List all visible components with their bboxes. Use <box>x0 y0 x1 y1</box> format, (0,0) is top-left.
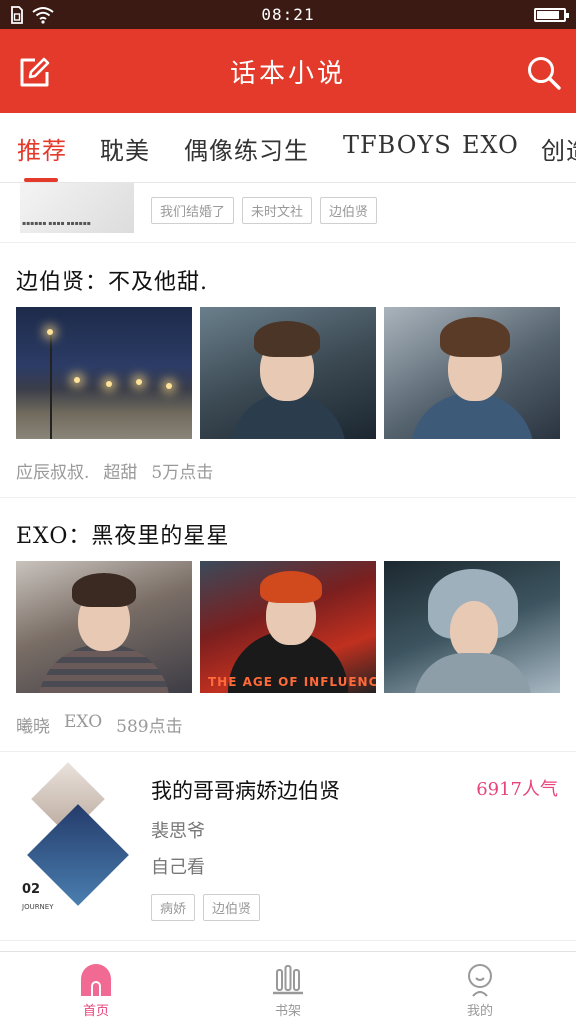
nav-home[interactable]: 首页 <box>0 952 192 1024</box>
magazine-cover-image: THE AGE OF INFLUENCE <box>200 561 376 693</box>
battery-icon <box>534 8 569 22</box>
active-tab-indicator <box>24 178 58 182</box>
tab-danmei[interactable]: 耽美 <box>100 131 150 166</box>
portrait-image <box>384 307 560 439</box>
app-title: 话本小说 <box>229 58 346 89</box>
tag[interactable]: 边伯贤 <box>320 197 378 224</box>
cover-subtitle: JOURNEY <box>22 903 54 911</box>
card-clicks: 5万点击 <box>151 463 214 483</box>
novel-cover: 02 JOURNEY <box>20 762 132 917</box>
cover-number: 02 <box>22 882 41 897</box>
tag-list: 病娇 边伯贤 <box>151 894 261 921</box>
bookshelf-icon <box>273 965 303 995</box>
nav-label: 首页 <box>82 1004 109 1019</box>
novel-author[interactable]: 裴思爷 <box>151 817 205 843</box>
tab-recommend[interactable]: 推荐 <box>17 131 67 166</box>
nav-bookshelf[interactable]: 书架 <box>192 952 384 1024</box>
night-street-image <box>16 307 192 439</box>
nav-label: 书架 <box>274 1004 301 1019</box>
card-author[interactable]: 应辰叔叔. <box>16 458 89 483</box>
tag[interactable]: 我们结婚了 <box>151 197 235 224</box>
card-title[interactable]: EXO：黑夜里的星星 <box>16 518 229 550</box>
edit-icon[interactable] <box>18 57 50 89</box>
nav-label: 我的 <box>466 1004 493 1019</box>
tab-chuangzao[interactable]: 创造 <box>541 131 576 166</box>
status-time: 08:21 <box>261 5 315 24</box>
status-bar: 08:21 <box>0 0 576 29</box>
tab-idol-trainee[interactable]: 偶像练习生 <box>184 131 309 166</box>
search-icon[interactable] <box>526 55 562 91</box>
profile-icon <box>468 964 492 997</box>
novel-description: 自己看 <box>151 857 205 878</box>
home-icon <box>81 964 111 996</box>
tab-exo[interactable]: EXO <box>462 131 519 159</box>
tag[interactable]: 未时文社 <box>242 197 313 224</box>
portrait-image <box>384 561 560 693</box>
category-tabs: 推荐 耽美 偶像练习生 TFBOYS EXO 创造 <box>0 113 576 183</box>
novel-item[interactable]: 02 JOURNEY 我的哥哥病娇边伯贤 6917人气 裴思爷 自己看 病娇 边… <box>0 751 576 941</box>
list-item[interactable]: ▪▪▪▪▪▪ ▪▪▪▪ ▪▪▪▪▪▪ 我们结婚了 未时文社 边伯贤 <box>0 183 576 243</box>
tag[interactable]: 病娇 <box>151 894 196 921</box>
card-tag: 超甜 <box>103 463 138 483</box>
portrait-image <box>16 561 192 693</box>
bottom-nav: 首页 书架 我的 <box>0 951 576 1024</box>
nav-profile[interactable]: 我的 <box>384 952 576 1024</box>
story-card[interactable]: EXO：黑夜里的星星 THE AGE OF INFLUENCE 曦晓 EXO 5… <box>0 498 576 752</box>
tag[interactable]: 边伯贤 <box>203 894 261 921</box>
card-images <box>16 307 560 439</box>
card-meta: 曦晓 EXO 589点击 <box>16 712 183 737</box>
card-title[interactable]: 边伯贤：不及他甜. <box>16 264 208 296</box>
feed-list[interactable]: ▪▪▪▪▪▪ ▪▪▪▪ ▪▪▪▪▪▪ 我们结婚了 未时文社 边伯贤 边伯贤：不及… <box>0 183 576 951</box>
portrait-image <box>200 307 376 439</box>
tab-tfboys[interactable]: TFBOYS <box>343 131 452 159</box>
story-card[interactable]: 边伯贤：不及他甜. 应辰叔叔. 超甜 5万点击 <box>0 244 576 498</box>
tag-list: 我们结婚了 未时文社 边伯贤 <box>151 197 378 224</box>
card-author[interactable]: 曦晓 <box>16 712 50 737</box>
card-images: THE AGE OF INFLUENCE <box>16 561 560 693</box>
novel-title[interactable]: 我的哥哥病娇边伯贤 <box>151 775 340 805</box>
card-tag: EXO <box>64 712 103 732</box>
card-meta: 应辰叔叔. 超甜 5万点击 <box>16 458 213 483</box>
novel-popularity: 6917人气 <box>476 779 558 800</box>
thumbnail-caption: ▪▪▪▪▪▪ ▪▪▪▪ ▪▪▪▪▪▪ <box>22 220 91 227</box>
card-clicks: 589点击 <box>116 717 183 737</box>
magazine-headline: THE AGE OF INFLUENCE <box>208 675 376 689</box>
item-thumbnail: ▪▪▪▪▪▪ ▪▪▪▪ ▪▪▪▪▪▪ <box>20 183 134 233</box>
app-bar: 话本小说 <box>0 29 576 113</box>
